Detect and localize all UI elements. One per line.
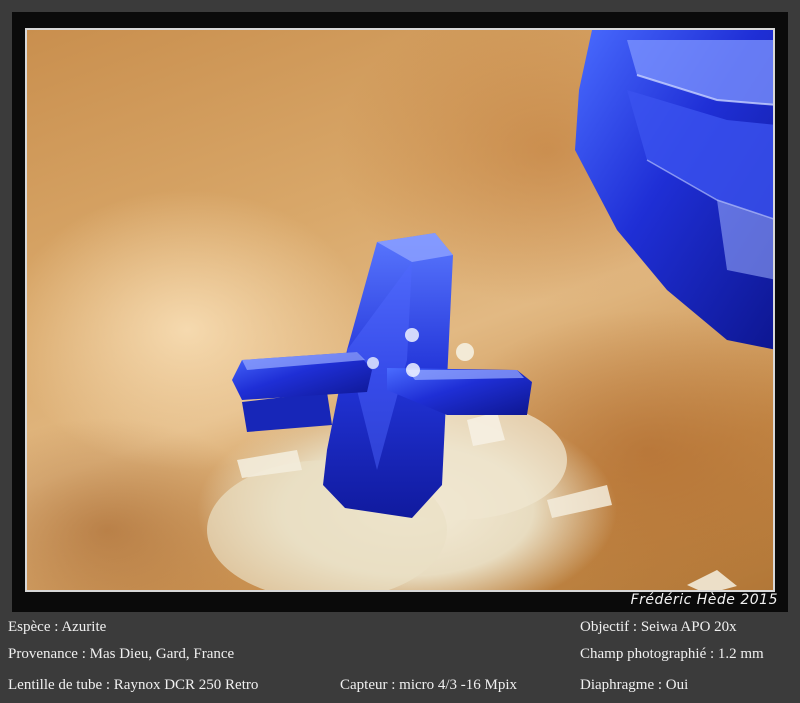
large-azurite-crystal (575, 30, 773, 350)
caption-capteur: Capteur : micro 4/3 -16 Mpix (340, 677, 518, 693)
caption-champ: Champ photographié : 1.2 mm (580, 646, 764, 662)
caption-objectif: Objectif : Seiwa APO 20x (580, 619, 737, 635)
mineral-photo (25, 28, 775, 592)
caption-espece: Espèce : Azurite (8, 619, 107, 635)
caption-provenance: Provenance : Mas Dieu, Gard, France (8, 646, 235, 662)
photo-illustration (197, 30, 773, 590)
caption-lentille: Lentille de tube : Raynox DCR 250 Retro (8, 677, 259, 693)
caption-diaphragme: Diaphragme : Oui (580, 677, 689, 693)
photographer-signature: Frédéric Hède 2015 (630, 592, 778, 608)
